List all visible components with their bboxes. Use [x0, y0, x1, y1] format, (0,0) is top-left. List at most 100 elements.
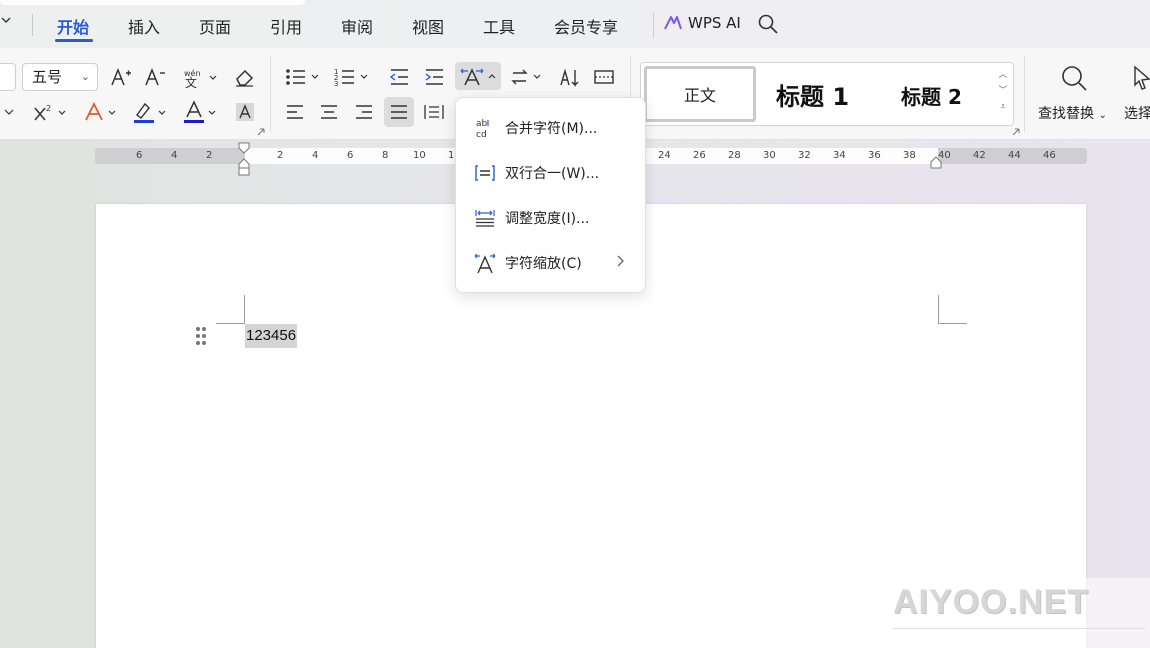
ruler-tick: 42 [973, 150, 986, 161]
phonetic-guide-icon[interactable]: wén 文 [180, 64, 220, 90]
character-scaling-button[interactable] [455, 62, 501, 90]
svg-text:ab: ab [476, 119, 488, 129]
paragraph-drag-handle-icon[interactable] [195, 326, 207, 346]
menu-item-label: 合并字符(M)... [505, 121, 598, 137]
menu-item-adjust-width[interactable]: 调整宽度(I)... [456, 198, 647, 238]
wps-ai-icon [664, 16, 682, 30]
ribbon-tab-bar: 开始 插入 页面 引用 审阅 视图 工具 会员专享 WPS AI [0, 0, 1150, 48]
menu-item-combine-characters[interactable]: ab cd 合并字符(M)... [456, 108, 647, 148]
svg-text:cd: cd [476, 130, 487, 139]
ruler-tick: 4 [171, 150, 178, 161]
tab-review[interactable]: 审阅 [341, 14, 373, 38]
character-shading-icon[interactable] [232, 99, 258, 125]
chevron-down-icon: ⌄ [80, 70, 90, 83]
style-normal[interactable]: 正文 [644, 66, 756, 122]
ruler-tick: 34 [833, 150, 846, 161]
chevron-up-icon[interactable]: ︿ [997, 67, 1009, 83]
tab-view[interactable]: 视图 [412, 14, 444, 38]
ruler-tick: 2 [277, 150, 284, 161]
superscript-icon[interactable]: 2 [32, 99, 70, 125]
menu-item-character-scaling[interactable]: 字符缩放(C) [456, 243, 647, 283]
margin-corner-top-left [216, 295, 245, 324]
style-heading-1[interactable]: 标题 1 [776, 77, 849, 112]
highlight-color-icon[interactable] [130, 98, 170, 126]
table-of-contents-icon[interactable] [591, 64, 617, 90]
svg-text:文: 文 [185, 75, 197, 88]
font-color-icon[interactable] [180, 98, 220, 126]
menu-item-two-lines-in-one[interactable]: 双行合一(W)... [456, 153, 647, 193]
ruler-tick: 38 [903, 150, 916, 161]
ruler-tick: 10 [413, 150, 426, 161]
ruler-tick: 6 [136, 150, 143, 161]
svg-text:3: 3 [334, 80, 338, 87]
watermark: AIYOO.NET [893, 583, 1090, 621]
grow-font-icon[interactable] [108, 64, 134, 90]
text-direction-icon[interactable] [509, 64, 545, 90]
chevron-right-icon [615, 254, 625, 272]
menu-item-label: 调整宽度(I)... [505, 211, 590, 227]
menu-item-label: 字符缩放(C) [505, 256, 582, 272]
chevron-down-icon[interactable]: ﹀ [997, 83, 1009, 99]
shrink-font-icon[interactable] [142, 64, 168, 90]
distributed-align-icon[interactable] [421, 99, 447, 125]
font-size-select[interactable]: 五号 ⌄ [22, 63, 98, 91]
align-left-icon[interactable] [282, 99, 308, 125]
chevron-down-icon[interactable] [0, 14, 12, 30]
chevron-down-icon: ⌄ [1098, 110, 1107, 121]
gallery-scroll[interactable]: ︿ ﹀ ⩡ [997, 67, 1009, 115]
wps-ai-label: WPS AI [688, 14, 741, 32]
ruler-tick: 2 [206, 150, 213, 161]
tab-separator [32, 14, 33, 36]
ruler-tick: 44 [1008, 150, 1021, 161]
ruler-tick: 30 [763, 150, 776, 161]
increase-indent-icon[interactable] [421, 64, 447, 90]
indent-marker-icon[interactable] [237, 142, 251, 178]
ruler-tick: 26 [693, 150, 706, 161]
tab-insert[interactable]: 插入 [128, 14, 160, 38]
ruler-tick: 24 [658, 150, 671, 161]
select-button[interactable]: 选择 [1124, 103, 1150, 123]
active-tab-indicator [55, 39, 93, 42]
justify-icon[interactable] [384, 97, 414, 127]
right-indent-marker-icon[interactable] [929, 156, 943, 170]
ribbon-separator [270, 56, 271, 132]
sort-icon[interactable] [557, 64, 583, 90]
ruler-tick: 46 [1043, 150, 1056, 161]
styles-dialog-launcher-icon[interactable] [1011, 127, 1021, 137]
find-replace-label: 查找替换 [1038, 106, 1094, 122]
find-icon[interactable] [1058, 62, 1090, 94]
bullet-list-icon[interactable] [284, 64, 322, 90]
title-area [0, 0, 305, 5]
svg-text:2: 2 [46, 104, 51, 113]
chevron-down-icon[interactable] [0, 100, 18, 124]
ruler-tick: 28 [728, 150, 741, 161]
style-heading-2[interactable]: 标题 2 [901, 81, 962, 110]
ruler-tick: 8 [382, 150, 389, 161]
combine-characters-icon: ab cd [474, 117, 496, 139]
align-right-icon[interactable] [351, 99, 377, 125]
gallery-expand-icon[interactable]: ⩡ [997, 99, 1009, 115]
ruler-tick: 4 [312, 150, 319, 161]
find-replace-button[interactable]: 查找替换 ⌄ [1038, 103, 1107, 123]
adjust-width-icon [474, 207, 496, 229]
character-scaling-menu: ab cd 合并字符(M)... 双行合一(W)... 调整宽度(I)... 字符… [455, 97, 646, 293]
font-name-select[interactable] [0, 63, 16, 91]
numbered-list-icon[interactable]: 123 [333, 64, 371, 90]
align-center-icon[interactable] [316, 99, 342, 125]
tab-tools[interactable]: 工具 [483, 14, 515, 38]
tab-page[interactable]: 页面 [199, 14, 231, 38]
clear-format-icon[interactable] [231, 64, 257, 90]
decrease-indent-icon[interactable] [386, 64, 412, 90]
tab-home[interactable]: 开始 [57, 14, 89, 38]
text-effects-icon[interactable] [82, 99, 120, 125]
select-cursor-icon[interactable] [1130, 62, 1150, 94]
ruler-tick: 6 [347, 150, 354, 161]
search-icon[interactable] [757, 13, 779, 39]
font-dialog-launcher-icon[interactable] [256, 127, 266, 137]
two-lines-in-one-icon [474, 162, 496, 184]
margin-corner-top-right [938, 295, 967, 324]
wps-ai-button[interactable]: WPS AI [664, 14, 741, 32]
tab-references[interactable]: 引用 [270, 14, 302, 38]
tab-member[interactable]: 会员专享 [554, 14, 618, 38]
selected-text[interactable]: 123456 [245, 324, 298, 348]
